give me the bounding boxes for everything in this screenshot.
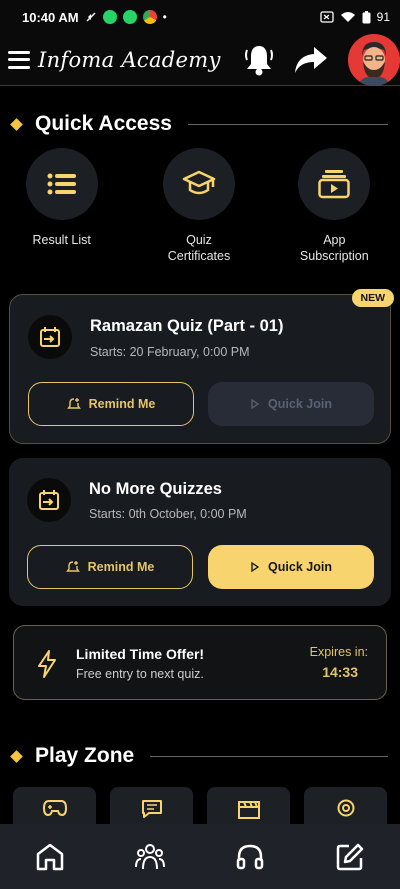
offer-title: Limited Time Offer! xyxy=(76,646,205,662)
nav-home[interactable] xyxy=(25,842,75,872)
divider xyxy=(187,123,388,125)
gamepad-icon xyxy=(42,800,67,817)
list-icon xyxy=(47,173,76,195)
video-subscription-icon xyxy=(318,170,351,199)
menu-icon[interactable] xyxy=(8,50,30,69)
play-icon xyxy=(251,562,260,572)
nav-community[interactable] xyxy=(125,843,175,871)
section-title: Play Zone xyxy=(35,744,135,767)
play-zone-tile-games[interactable] xyxy=(13,787,96,827)
mute-icon xyxy=(86,12,96,22)
chrome-icon xyxy=(142,10,157,24)
wifi-icon xyxy=(340,12,355,22)
lightning-icon xyxy=(38,650,56,678)
users-icon xyxy=(135,843,165,869)
home-icon xyxy=(36,843,64,870)
whatsapp-icon xyxy=(102,10,117,24)
remind-me-button[interactable]: Remind Me xyxy=(27,545,193,589)
remind-me-label: Remind Me xyxy=(88,397,156,411)
quiz-card: No More Quizzes Starts: 0th October, 0:0… xyxy=(9,458,391,606)
quick-access-label: Result List xyxy=(32,233,91,247)
divider xyxy=(150,755,388,757)
battery-level: 91 xyxy=(376,10,390,24)
headphones-icon xyxy=(236,844,264,869)
play-icon xyxy=(251,399,260,409)
diamond-bullet-icon xyxy=(10,117,23,131)
cast-icon xyxy=(319,11,334,23)
share-icon[interactable] xyxy=(294,45,328,75)
app-title: Infoma Academy xyxy=(38,47,221,72)
quick-access-result-list[interactable]: Result List xyxy=(0,148,127,264)
play-zone-tile-location[interactable] xyxy=(304,787,387,827)
quick-access-quiz-certificates[interactable]: Quiz Certificates xyxy=(133,148,264,264)
quiz-title: Ramazan Quiz (Part - 01) xyxy=(90,317,284,335)
bottom-navigation xyxy=(0,824,400,889)
nav-edit[interactable] xyxy=(325,843,375,871)
play-zone-tile-videos[interactable] xyxy=(207,787,290,827)
location-icon xyxy=(337,799,354,817)
whatsapp-business-icon xyxy=(122,10,137,24)
play-zone-grid xyxy=(13,787,387,827)
diamond-bullet-icon xyxy=(10,749,23,763)
limited-offer-card[interactable]: Limited Time Offer! Free entry to next q… xyxy=(13,625,387,700)
quiz-calendar-icon xyxy=(39,490,59,510)
quiz-title: No More Quizzes xyxy=(89,480,222,498)
app-header: Infoma Academy xyxy=(0,33,400,86)
avatar[interactable] xyxy=(348,33,400,86)
chat-icon xyxy=(141,800,162,818)
new-badge: NEW xyxy=(351,289,394,307)
edit-icon xyxy=(336,843,364,870)
bell-plus-icon xyxy=(66,398,81,409)
quick-access-label: App Subscription xyxy=(299,233,369,263)
bell-plus-icon xyxy=(65,561,80,572)
battery-icon xyxy=(362,10,371,23)
quick-join-button[interactable]: Quick Join xyxy=(208,545,374,589)
quiz-start-time: Starts: 20 February, 0:00 PM xyxy=(90,345,250,359)
quiz-start-time: Starts: 0th October, 0:00 PM xyxy=(89,507,247,521)
nav-support[interactable] xyxy=(225,843,275,871)
quick-join-label: Quick Join xyxy=(268,560,332,574)
expires-label: Expires in: xyxy=(309,645,368,659)
quick-access-app-subscription[interactable]: App Subscription xyxy=(269,148,400,264)
status-bar: 10:40 AM • 91 xyxy=(0,0,400,34)
remind-me-button[interactable]: Remind Me xyxy=(28,382,194,426)
notification-bell-icon[interactable] xyxy=(244,44,274,76)
more-dot-icon: • xyxy=(162,10,167,24)
quiz-calendar-icon xyxy=(40,327,60,347)
section-title: Quick Access xyxy=(35,112,172,135)
quick-access-heading: Quick Access xyxy=(10,112,388,136)
quick-join-button-disabled[interactable]: Quick Join xyxy=(208,382,374,426)
quiz-icon-container xyxy=(28,315,72,359)
remind-me-label: Remind Me xyxy=(87,560,155,574)
play-zone-tile-chat[interactable] xyxy=(110,787,193,827)
quiz-card: NEW Ramazan Quiz (Part - 01) Starts: 20 … xyxy=(9,289,394,444)
expires-countdown: 14:33 xyxy=(322,664,358,680)
status-time: 10:40 AM xyxy=(22,9,79,25)
graduation-cap-icon xyxy=(182,170,216,195)
quiz-icon-container xyxy=(27,478,71,522)
quick-access-grid: Result List Quiz Certificates App Subscr… xyxy=(0,148,400,264)
play-zone-heading: Play Zone xyxy=(10,744,388,768)
offer-subtitle: Free entry to next quiz. xyxy=(76,667,204,681)
quick-access-label: Quiz Certificates xyxy=(167,233,231,263)
quick-join-label: Quick Join xyxy=(268,397,332,411)
clapperboard-icon xyxy=(237,801,260,819)
